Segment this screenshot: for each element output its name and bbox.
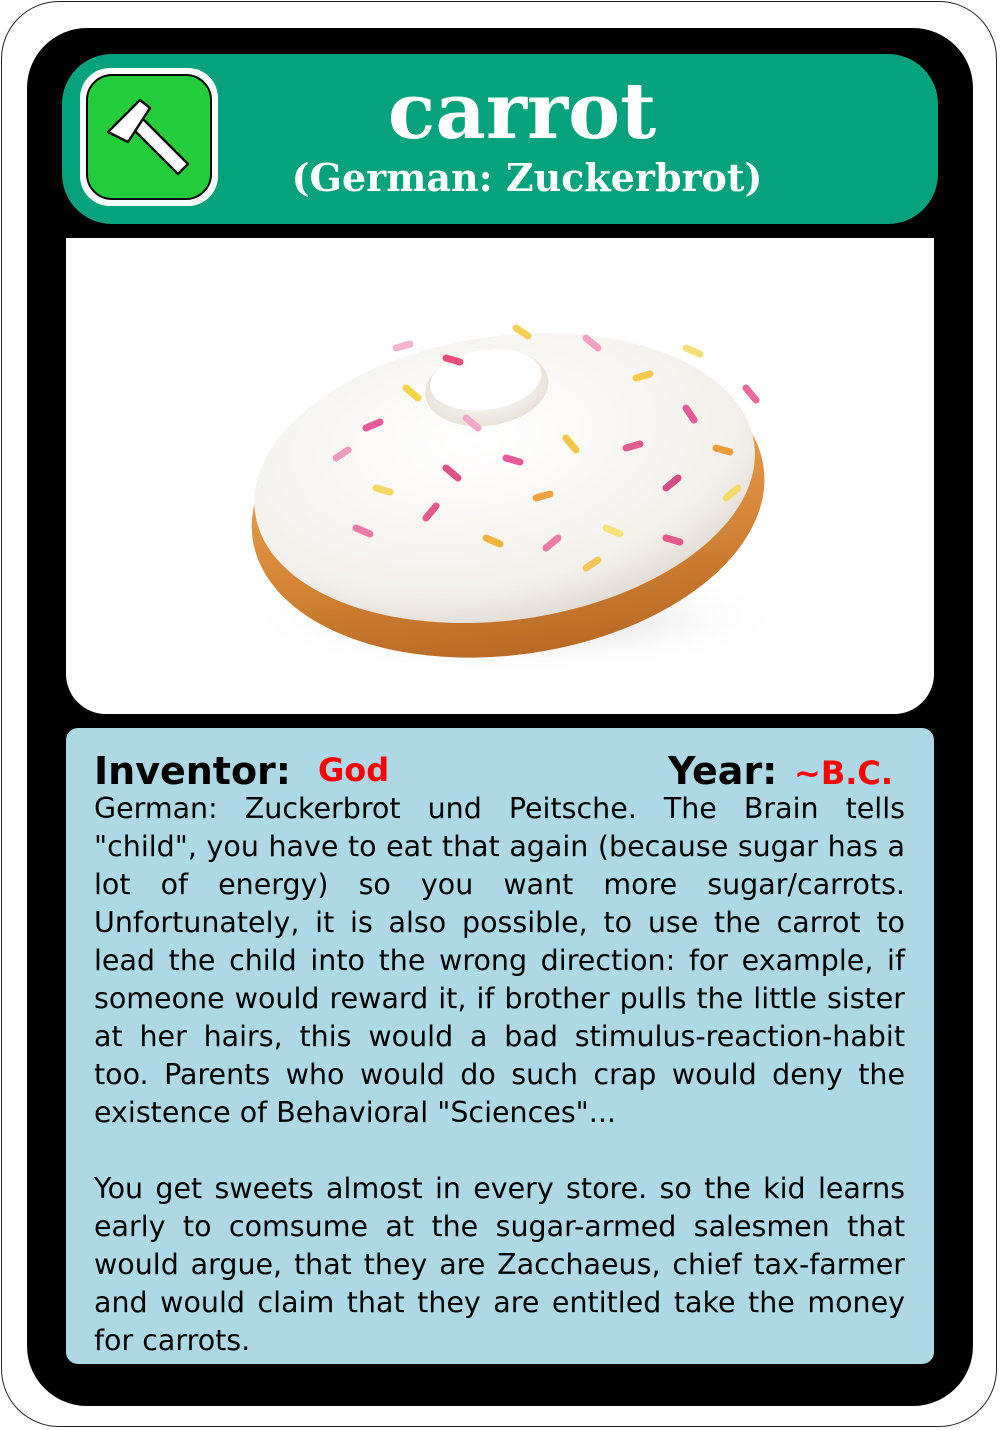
card-subtitle: (German: Zuckerbrot) [291, 155, 763, 200]
year-label: Year: [668, 749, 778, 793]
category-badge-inner [86, 74, 212, 200]
inventor-label: Inventor: [94, 749, 291, 793]
category-badge [80, 68, 218, 206]
hammer-icon [106, 98, 190, 176]
year-value: ~B.C. [794, 754, 893, 792]
description-text: German: Zuckerbrot und Peitsche. The Bra… [94, 790, 905, 1360]
description-paragraph-2: You get sweets almost in every store. so… [94, 1172, 905, 1357]
inventor-value: God [318, 751, 390, 789]
donut-illustration [246, 324, 786, 673]
card-image [66, 238, 934, 714]
description-paragraph-1: German: Zuckerbrot und Peitsche. The Bra… [94, 792, 905, 1129]
card-title: carrot [387, 66, 657, 157]
